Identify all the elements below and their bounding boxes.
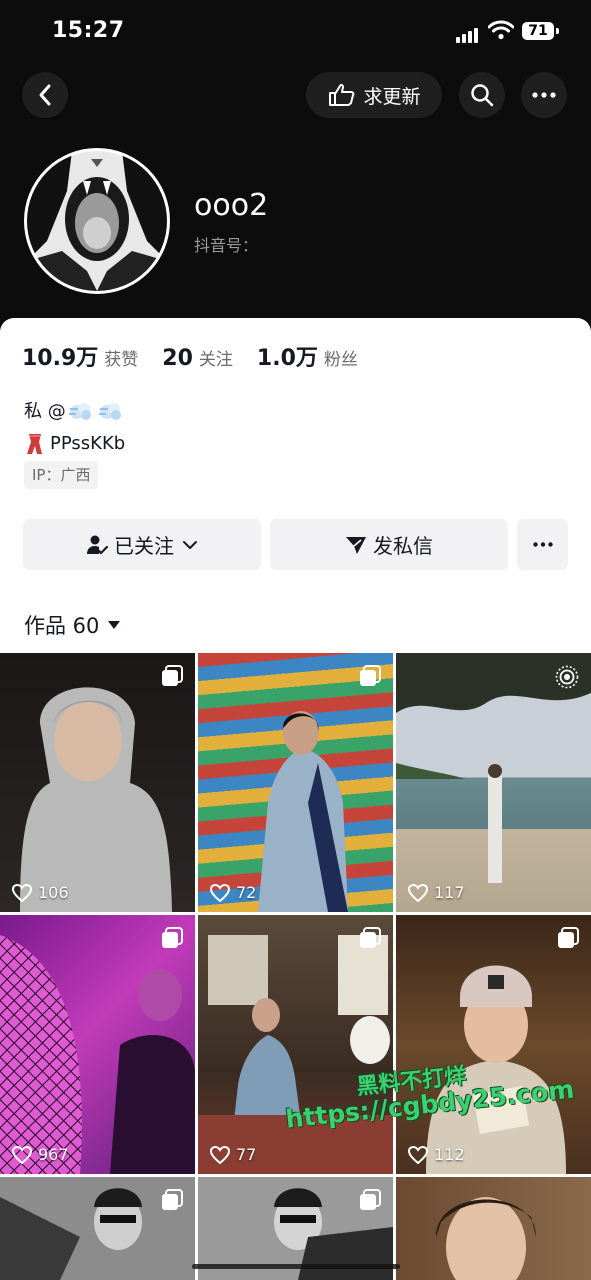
profile-card: 10.9万 获赞 20 关注 1.0万 粉丝 私 @ PPssKKb IP：广西…	[0, 318, 591, 1280]
paper-plane-icon	[346, 536, 366, 554]
username: ooo2	[194, 188, 269, 223]
bio-text-2: PPssKKb	[50, 433, 126, 454]
video-tile[interactable]: 117	[396, 653, 591, 912]
hand-pointer-icon	[329, 83, 355, 106]
video-thumbnail	[436, 1197, 536, 1280]
more-horizontal-icon	[532, 542, 553, 547]
bio-text-1: 私 @	[24, 401, 66, 422]
video-likes-count: 117	[434, 883, 465, 902]
video-thumbnail	[396, 653, 591, 883]
video-tile[interactable]: 112	[396, 915, 591, 1174]
heart-icon	[12, 1145, 32, 1164]
video-thumbnail	[0, 935, 195, 1174]
video-thumbnail	[258, 711, 348, 912]
multi-image-icon	[360, 1189, 381, 1210]
signal-icon	[456, 24, 480, 43]
stat-following[interactable]: 20 关注	[162, 345, 233, 371]
video-likes: 72	[210, 883, 256, 902]
video-likes: 117	[408, 883, 465, 902]
video-likes: 77	[210, 1145, 256, 1164]
video-likes-count: 967	[38, 1145, 69, 1164]
avatar-image	[27, 151, 167, 291]
send-message-label: 发私信	[373, 534, 433, 558]
dash-emoji-icon	[98, 403, 121, 420]
request-update-label: 求更新	[363, 85, 421, 108]
video-likes: 967	[12, 1145, 69, 1164]
video-tile[interactable]: 967	[0, 915, 195, 1174]
request-update-button[interactable]: 求更新	[306, 72, 442, 118]
video-likes-count: 77	[236, 1145, 257, 1164]
battery-icon: 71	[522, 22, 554, 40]
works-tab[interactable]: 作品 60	[24, 610, 121, 640]
stat-followers-label: 粉丝	[323, 350, 358, 370]
chevron-down-icon	[183, 540, 197, 549]
send-message-button[interactable]: 发私信	[270, 519, 508, 570]
ip-location-tag: IP：广西	[24, 461, 99, 489]
video-likes-count: 72	[236, 883, 257, 902]
followed-button[interactable]: 已关注	[23, 519, 261, 570]
video-thumbnail	[426, 965, 566, 1174]
heart-icon	[408, 1145, 428, 1164]
works-label: 作品 60	[24, 614, 100, 638]
search-icon	[471, 84, 494, 107]
video-likes-count: 106	[38, 883, 69, 902]
video-likes-count: 112	[434, 1145, 465, 1164]
back-button[interactable]	[22, 72, 68, 118]
stat-likes-value: 10.9万	[22, 346, 99, 371]
more-horizontal-icon	[532, 92, 556, 98]
bio: 私 @ PPssKKb	[24, 396, 125, 460]
search-button[interactable]	[459, 72, 505, 118]
home-indicator[interactable]	[192, 1264, 400, 1269]
video-tile[interactable]: 106	[0, 653, 195, 912]
video-tile[interactable]: 77	[198, 915, 393, 1174]
avatar[interactable]	[24, 148, 170, 294]
heart-icon	[408, 883, 428, 902]
douyin-id-label: 抖音号：	[194, 236, 259, 255]
wifi-icon	[488, 20, 514, 40]
multi-image-icon	[558, 927, 579, 948]
stat-likes: 10.9万 获赞	[22, 340, 138, 372]
heart-icon	[210, 883, 230, 902]
stats-row: 10.9万 获赞 20 关注 1.0万 粉丝	[22, 340, 382, 372]
profile-header: 15:27 71 求更新 ooo2 抖音号：	[0, 0, 591, 340]
stat-following-label: 关注	[198, 350, 233, 370]
video-thumbnail	[198, 935, 393, 1174]
status-time: 15:27	[52, 18, 125, 43]
dash-emoji-icon	[68, 403, 91, 420]
stat-following-value: 20	[162, 346, 193, 371]
multi-image-icon	[360, 665, 381, 686]
live-photo-icon	[555, 665, 579, 689]
video-likes: 112	[408, 1145, 465, 1164]
stat-followers[interactable]: 1.0万 粉丝	[257, 340, 358, 372]
video-tile[interactable]	[396, 1177, 591, 1280]
bio-line-2: PPssKKb	[24, 428, 125, 460]
battery-tip	[556, 28, 559, 34]
video-thumbnail	[20, 687, 172, 912]
stat-followers-value: 1.0万	[256, 346, 318, 371]
multi-image-icon	[162, 1189, 183, 1210]
stat-likes-label: 获赞	[104, 350, 139, 370]
bio-line-1: 私 @	[24, 396, 125, 428]
chevron-left-icon	[39, 84, 51, 106]
video-tile[interactable]: 72	[198, 653, 393, 912]
heart-icon	[12, 883, 32, 902]
heart-icon	[210, 1145, 230, 1164]
scarf-emoji-icon	[27, 434, 42, 454]
multi-image-icon	[162, 927, 183, 948]
user-check-icon	[87, 535, 108, 555]
multi-image-icon	[360, 927, 381, 948]
more-actions-button[interactable]	[517, 519, 568, 570]
more-options-button[interactable]	[521, 72, 567, 118]
status-bar: 15:27 71	[0, 0, 591, 64]
followed-label: 已关注	[114, 534, 174, 558]
caret-down-icon	[108, 621, 121, 629]
video-tile[interactable]	[0, 1177, 195, 1280]
multi-image-icon	[162, 665, 183, 686]
video-likes: 106	[12, 883, 69, 902]
